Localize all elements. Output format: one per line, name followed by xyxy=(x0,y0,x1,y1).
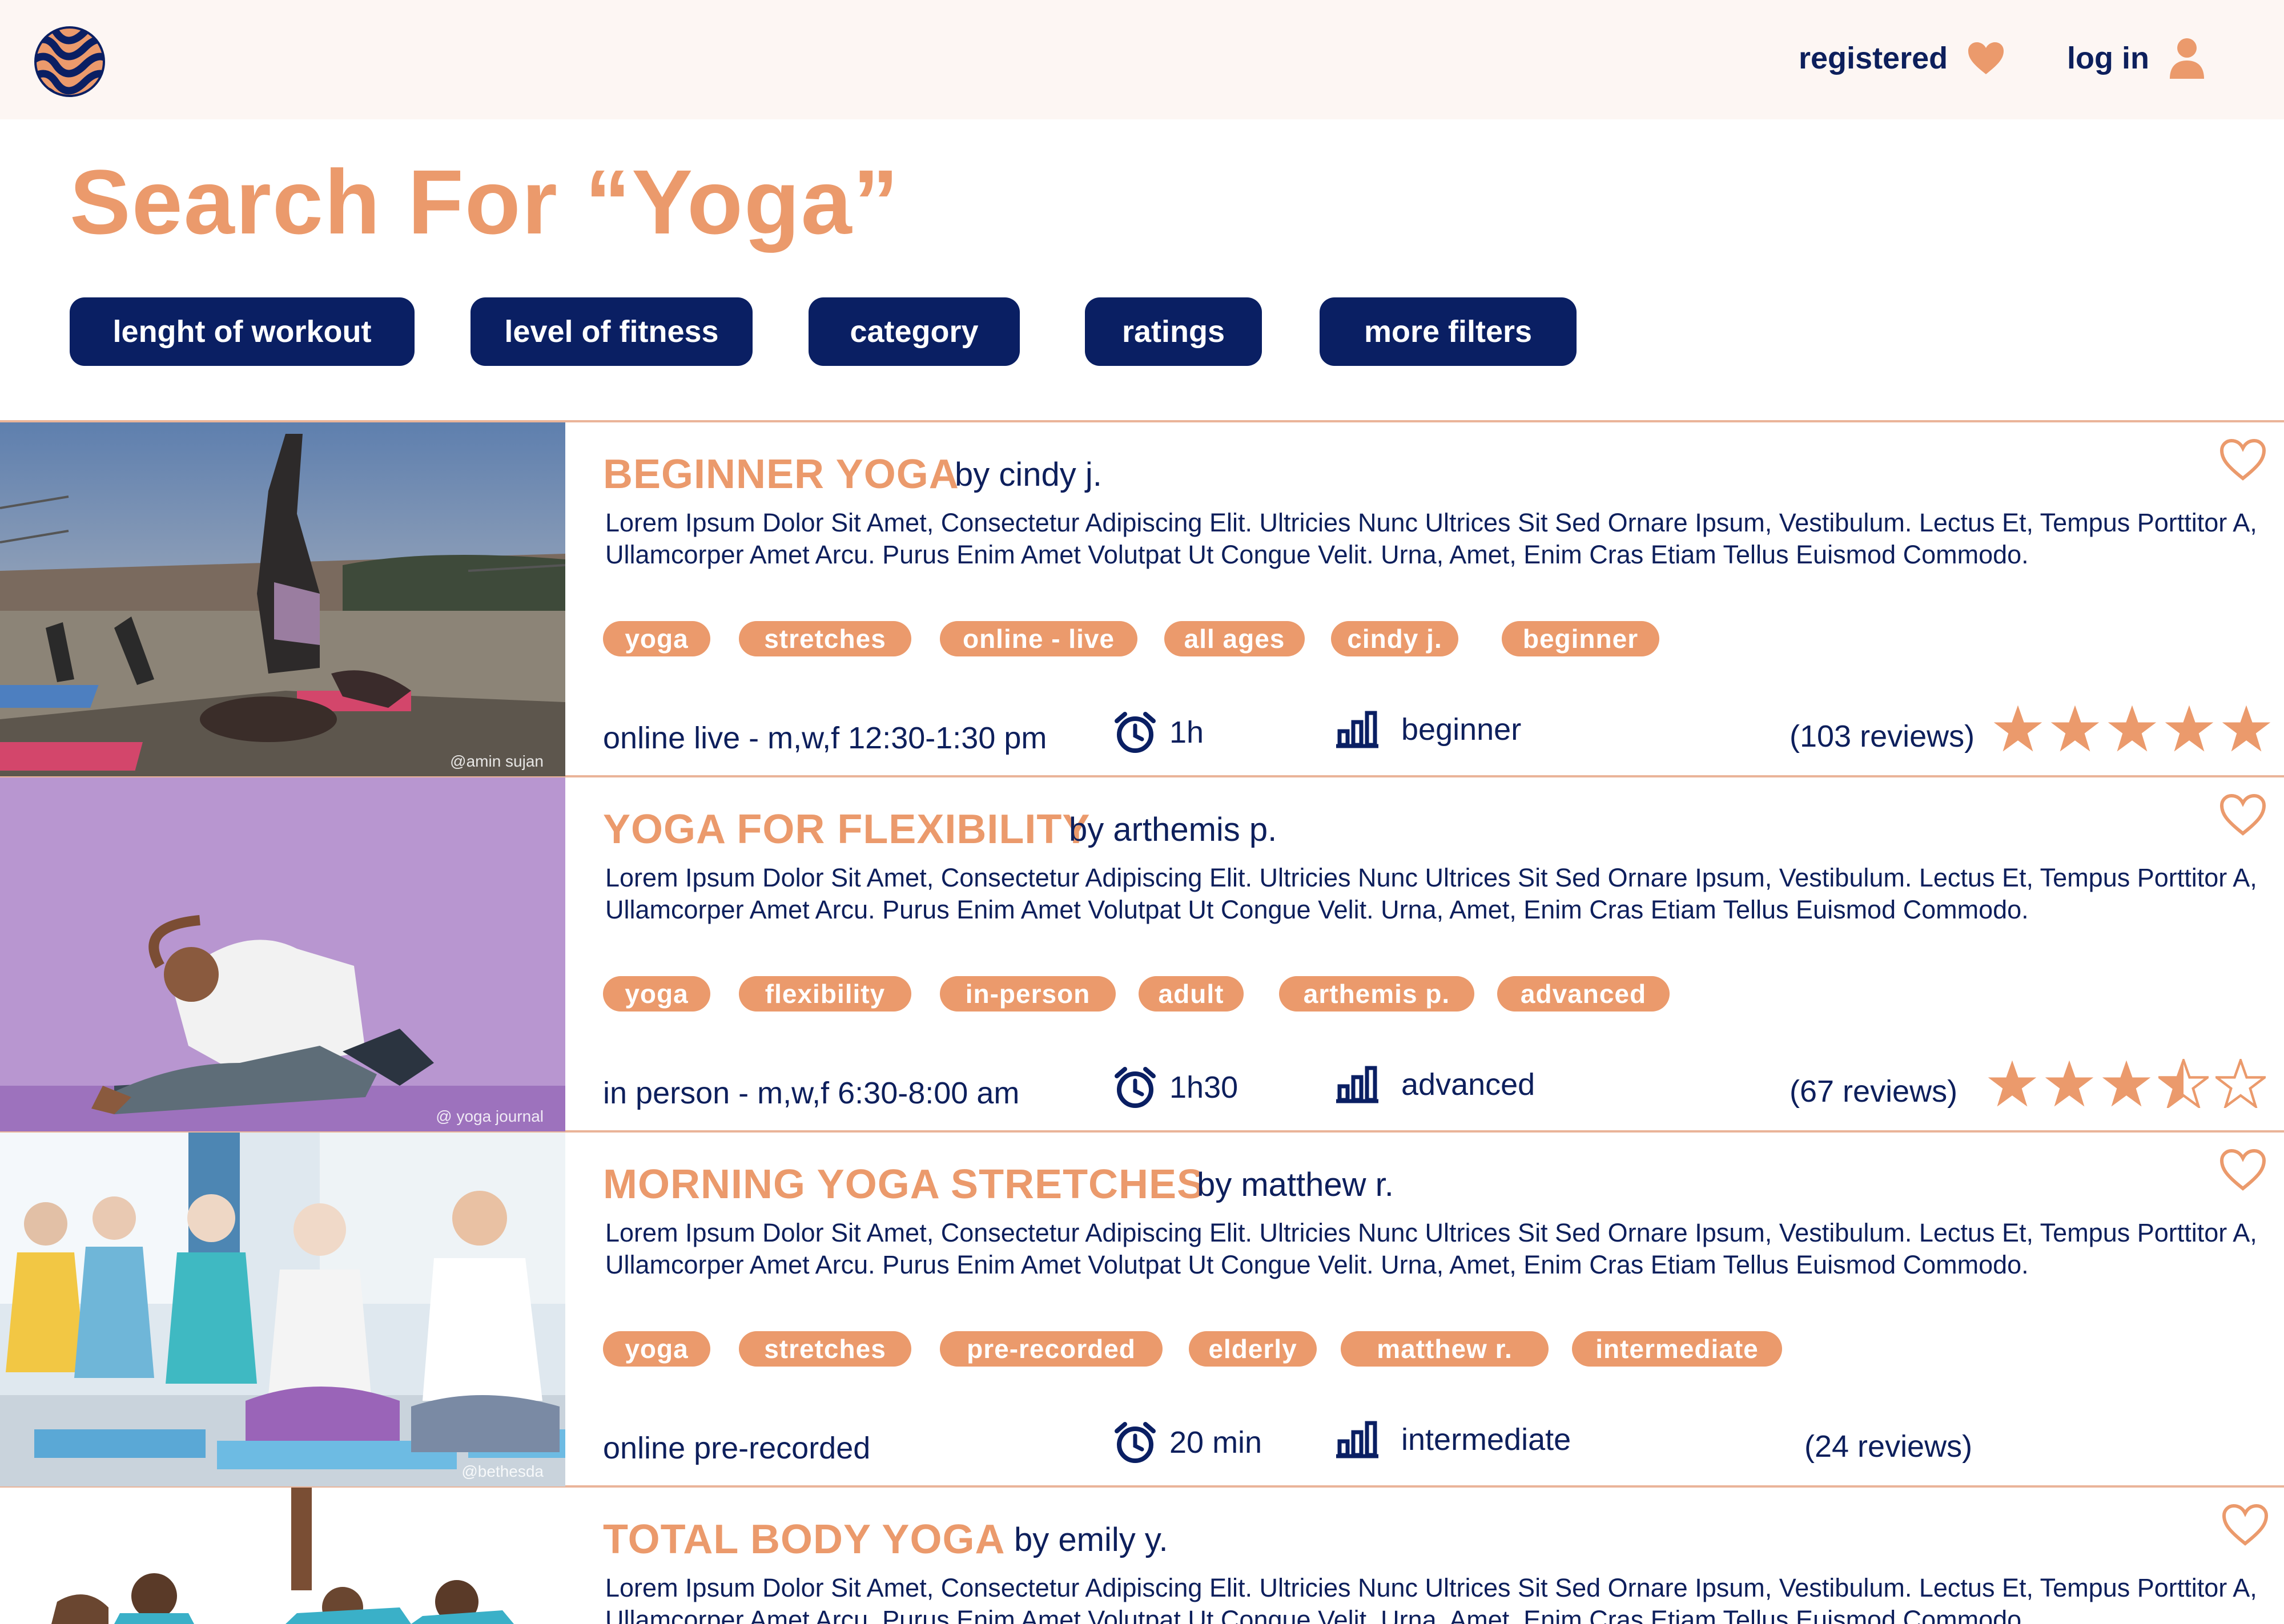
tag[interactable]: elderly xyxy=(1189,1331,1317,1367)
image-credit: @bethesda xyxy=(461,1462,544,1480)
favorite-heart-icon[interactable] xyxy=(2219,438,2267,482)
class-image[interactable]: @amin sujan xyxy=(0,422,565,776)
user-icon xyxy=(2169,38,2204,79)
class-image[interactable]: @ yoga journal xyxy=(0,777,565,1131)
half-star-icon xyxy=(2158,1059,2209,1108)
tag[interactable]: advanced xyxy=(1497,976,1670,1012)
class-schedule: in person - m,w,f 6:30-8:00 am xyxy=(603,1076,1020,1110)
heart-icon xyxy=(1968,42,2004,74)
tag[interactable]: stretches xyxy=(739,621,911,656)
tag[interactable]: yoga xyxy=(603,976,710,1012)
more-filters-button[interactable]: more filters xyxy=(1320,297,1577,366)
tag[interactable]: pre-recorded xyxy=(940,1331,1163,1367)
class-duration: 1h30 xyxy=(1113,1066,1238,1109)
class-author[interactable]: by matthew r. xyxy=(1197,1166,1394,1204)
class-title[interactable]: BEGINNER YOGA xyxy=(603,451,959,498)
page-title: Search For “Yoga” xyxy=(70,151,900,253)
duration-label: 1h xyxy=(1169,715,1204,749)
class-image[interactable]: @bethesda xyxy=(0,1133,565,1486)
registered-link[interactable]: registered xyxy=(1799,35,2005,81)
class-description: Lorem Ipsum Dolor Sit Amet, Consectetur … xyxy=(605,863,2257,924)
star-rating xyxy=(1993,704,2271,753)
tag[interactable]: matthew r. xyxy=(1341,1331,1549,1367)
duration-label: 20 min xyxy=(1169,1425,1262,1460)
logo[interactable] xyxy=(33,25,106,98)
bar-chart-icon xyxy=(1336,1421,1378,1458)
level-label: intermediate xyxy=(1401,1422,1571,1457)
alarm-clock-icon xyxy=(1115,712,1156,753)
bar-chart-icon xyxy=(1336,1066,1378,1103)
tag[interactable]: cindy j. xyxy=(1331,621,1458,656)
star-icon xyxy=(2050,705,2100,752)
class-schedule: online pre-recorded xyxy=(603,1431,871,1465)
tag[interactable]: stretches xyxy=(739,1331,911,1367)
alarm-clock-icon xyxy=(1115,1422,1156,1463)
review-count[interactable]: (103 reviews) xyxy=(1790,719,1975,754)
star-icon xyxy=(1988,1060,2037,1107)
alarm-clock-icon xyxy=(1115,1067,1156,1108)
class-duration: 1h xyxy=(1113,711,1204,754)
class-level: intermediate xyxy=(1336,1421,1571,1458)
tag[interactable]: flexibility xyxy=(739,976,911,1012)
result-card[interactable]: TOTAL BODY YOGA by emily y. Lorem Ipsum … xyxy=(0,1488,2284,1624)
class-title[interactable]: YOGA FOR FLEXIBILITY xyxy=(603,806,1090,853)
review-count[interactable]: (24 reviews) xyxy=(1804,1429,1972,1464)
star-icon xyxy=(2045,1060,2094,1107)
image-credit: @amin sujan xyxy=(450,752,544,770)
level-label: advanced xyxy=(1401,1067,1535,1102)
tag[interactable]: yoga xyxy=(603,621,710,656)
class-description: Lorem Ipsum Dolor Sit Amet, Consectetur … xyxy=(605,1573,2257,1624)
tag[interactable]: in-person xyxy=(940,976,1116,1012)
level-label: beginner xyxy=(1401,712,1522,747)
favorite-heart-icon[interactable] xyxy=(2219,1149,2267,1192)
favorite-heart-icon[interactable] xyxy=(2221,1504,2269,1547)
star-icon xyxy=(1993,705,2042,752)
empty-star-icon xyxy=(2215,1059,2266,1108)
class-schedule: online live - m,w,f 12:30-1:30 pm xyxy=(603,721,1047,755)
star-rating xyxy=(1987,1059,2266,1108)
star-icon xyxy=(2108,705,2157,752)
filter-ratings-button[interactable]: ratings xyxy=(1085,297,1262,366)
review-count[interactable]: (67 reviews) xyxy=(1790,1074,1957,1109)
class-author[interactable]: by arthemis p. xyxy=(1069,811,1277,849)
star-icon xyxy=(2165,705,2214,752)
filter-category-button[interactable]: category xyxy=(809,297,1020,366)
class-title[interactable]: TOTAL BODY YOGA xyxy=(603,1516,1005,1563)
registered-label: registered xyxy=(1799,41,1948,75)
result-card[interactable]: @ yoga journal YOGA FOR FLEXIBILITY by a… xyxy=(0,777,2284,1131)
class-level: advanced xyxy=(1336,1066,1535,1103)
result-card[interactable]: @amin sujan BEGINNER YOGA by cindy j. Lo… xyxy=(0,422,2284,776)
class-title[interactable]: MORNING YOGA STRETCHES xyxy=(603,1161,1205,1208)
tag[interactable]: intermediate xyxy=(1572,1331,1782,1367)
duration-label: 1h30 xyxy=(1169,1070,1238,1105)
tag[interactable]: beginner xyxy=(1502,621,1659,656)
tag[interactable]: online - live xyxy=(940,621,1137,656)
tag[interactable]: all ages xyxy=(1164,621,1305,656)
login-link[interactable]: log in xyxy=(2067,35,2205,81)
tag[interactable]: arthemis p. xyxy=(1279,976,1474,1012)
result-card[interactable]: @bethesda MORNING YOGA STRETCHES by matt… xyxy=(0,1133,2284,1486)
class-author[interactable]: by emily y. xyxy=(1014,1521,1168,1559)
class-duration: 20 min xyxy=(1113,1421,1262,1464)
class-description: Lorem Ipsum Dolor Sit Amet, Consectetur … xyxy=(605,1218,2257,1279)
tag[interactable]: yoga xyxy=(603,1331,710,1367)
login-label: log in xyxy=(2067,41,2149,75)
star-icon xyxy=(2102,1060,2151,1107)
image-credit: @ yoga journal xyxy=(436,1107,544,1125)
favorite-heart-icon[interactable] xyxy=(2219,793,2267,837)
top-header: registered log in xyxy=(0,0,2284,119)
filter-fitness-level-button[interactable]: level of fitness xyxy=(471,297,753,366)
class-author[interactable]: by cindy j. xyxy=(955,456,1102,494)
tag[interactable]: adult xyxy=(1139,976,1244,1012)
class-description: Lorem Ipsum Dolor Sit Amet, Consectetur … xyxy=(605,508,2257,569)
filter-length-button[interactable]: lenght of workout xyxy=(70,297,415,366)
bar-chart-icon xyxy=(1336,711,1378,748)
class-image[interactable] xyxy=(0,1488,565,1624)
star-icon xyxy=(2222,705,2271,752)
class-level: beginner xyxy=(1336,711,1521,748)
